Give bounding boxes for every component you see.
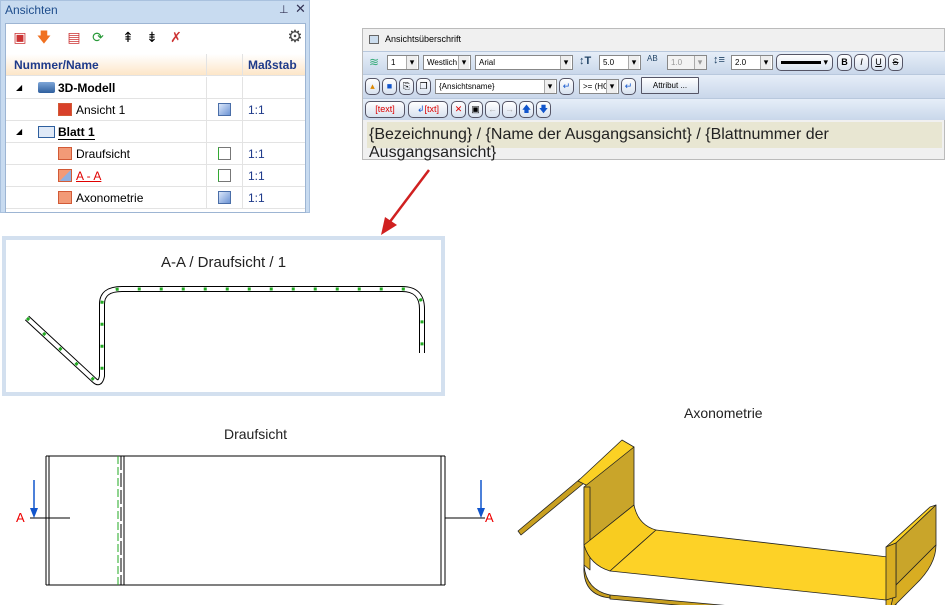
wireframe-cube-icon <box>218 147 231 160</box>
tree-row-3d-model[interactable]: ◢ 3D-Modell <box>6 77 305 99</box>
row-scale: 1:1 <box>248 169 265 183</box>
text-width-icon: AB <box>647 54 658 63</box>
model-icon <box>38 82 55 93</box>
sort-clear-icon[interactable]: ✗ <box>166 27 186 47</box>
attribute-select[interactable]: {Ansichtsname} <box>435 79 557 94</box>
view-icon <box>58 103 72 116</box>
layers-icon: ≋ <box>369 55 380 69</box>
cut-icon[interactable]: ⎘ <box>399 78 414 95</box>
arrow-down-icon[interactable]: 🡇 <box>34 27 54 47</box>
row-label: Draufsicht <box>76 147 131 161</box>
view-icon <box>58 147 72 160</box>
arrow-up-icon[interactable]: 🡅 <box>519 101 534 118</box>
tree-row-axonometrie[interactable]: Axonometrie 1:1 <box>6 187 305 209</box>
view-heading-dialog: Ansichtsüberschrift ≋ 1 Westlich Arial ↕… <box>362 28 945 161</box>
layer-select[interactable]: 1 <box>387 55 419 70</box>
row-scale: 1:1 <box>248 103 265 117</box>
txt-button-label: txt <box>427 104 437 114</box>
refresh-icon[interactable]: ⟳ <box>88 27 108 47</box>
section-profile <box>24 286 425 386</box>
wireframe-cube-icon <box>218 169 231 182</box>
axo-part <box>517 439 937 605</box>
insert-icon[interactable]: ↵ <box>559 78 574 95</box>
row-label: Ansicht 1 <box>76 103 126 117</box>
italic-button[interactable]: I <box>854 54 869 71</box>
insert-condition-icon[interactable]: ↵ <box>621 78 636 95</box>
expand-all-icon[interactable]: ⇟ <box>142 27 162 47</box>
row-label: 3D-Modell <box>58 81 116 95</box>
axo-view-title: Axonometrie <box>684 405 763 421</box>
column-scale[interactable]: Maßstab <box>248 58 297 72</box>
window-icon <box>369 35 379 44</box>
column-name[interactable]: Nummer/Name <box>14 58 99 72</box>
format-toolbar: ≋ 1 Westlich Arial ↕T 5.0 AB 1.0 ↕≡ 2.0 … <box>363 51 945 74</box>
tree-row-blatt-1[interactable]: ◢ Blatt 1 <box>6 121 305 143</box>
collapse-all-icon[interactable]: ⇞ <box>118 27 138 47</box>
view-icon <box>58 191 72 204</box>
close-icon[interactable]: ✕ <box>295 1 306 17</box>
spacing-select[interactable]: 2.0 <box>731 55 773 70</box>
script-select[interactable]: Westlich <box>423 55 471 70</box>
top-view-drawing <box>30 455 485 586</box>
copy-icon[interactable]: ❐ <box>416 78 431 95</box>
gear-icon[interactable]: ⚙ <box>285 27 305 47</box>
shaded-cube-icon <box>218 103 231 116</box>
panel-body: ▣ 🡇 ▤ ⟳ ⇞ ⇟ ✗ ⚙ Nummer/Name Maßstab ◢ 3D… <box>5 23 306 213</box>
heading-text-field[interactable]: {Bezeichnung} / {Name der Ausgangsansich… <box>367 122 942 161</box>
select-icon[interactable]: ▣ <box>468 101 483 118</box>
text-button[interactable]: [text] <box>365 101 405 118</box>
font-select[interactable]: Arial <box>475 55 573 70</box>
height-select[interactable]: 5.0 <box>599 55 641 70</box>
expand-arrow-icon[interactable]: ◢ <box>16 83 22 92</box>
pin-icon[interactable]: ⊥ <box>279 3 289 16</box>
tree-row-a-a[interactable]: A - A 1:1 <box>6 165 305 187</box>
row-scale: 1:1 <box>248 191 265 205</box>
section-mark-left: A <box>16 510 25 525</box>
sheet-icon[interactable]: ▤ <box>64 27 84 47</box>
section-view-frame: A-A / Draufsicht / 1 <box>2 236 445 396</box>
text-height-icon: ↕T <box>579 55 592 67</box>
row-label: Axonometrie <box>76 191 144 205</box>
views-panel: Ansichten ⊥ ✕ ▣ 🡇 ▤ ⟳ ⇞ ⇟ ✗ ⚙ Nummer/Nam… <box>0 0 310 213</box>
arrow-right-icon[interactable]: → <box>502 101 517 118</box>
sheet-icon <box>38 126 55 138</box>
tree-row-ansicht-1[interactable]: Ansicht 1 1:1 <box>6 99 305 121</box>
txt-button[interactable]: ↲[txt] <box>408 101 448 118</box>
top-view-title: Draufsicht <box>224 426 288 442</box>
attribut-button[interactable]: Attribut ... <box>641 77 699 94</box>
condition-select[interactable]: >= (HC <box>579 79 619 94</box>
delete-icon[interactable]: ✕ <box>451 101 466 118</box>
bold-button[interactable]: B <box>837 54 852 71</box>
row-label: A - A <box>76 169 102 183</box>
arrow-down-icon[interactable]: 🡇 <box>536 101 551 118</box>
new-view-icon[interactable]: ▣ <box>10 27 30 47</box>
text-button-label: text <box>377 104 393 114</box>
row-scale: 1:1 <box>248 147 265 161</box>
section-mark-right: A <box>485 510 494 525</box>
panel-title: Ansichten <box>5 3 58 17</box>
width-select[interactable]: 1.0 <box>667 55 707 70</box>
table-header: Nummer/Name Maßstab <box>6 54 305 76</box>
dialog-title: Ansichtsüberschrift <box>385 34 462 44</box>
underline-button[interactable]: U <box>871 54 886 71</box>
line-style-select[interactable]: ▾ <box>776 54 833 71</box>
tree-row-draufsicht[interactable]: Draufsicht 1:1 <box>6 143 305 165</box>
shaded-cube-icon <box>218 191 231 204</box>
save-icon[interactable]: ■ <box>382 78 397 95</box>
pointer-arrow-icon <box>381 169 430 235</box>
edit-toolbar: [text] ↲[txt] ✕ ▣ ← → 🡅 🡇 <box>363 98 945 120</box>
line-spacing-icon: ↕≡ <box>713 54 725 66</box>
attribute-toolbar: ▴ ■ ⎘ ❐ {Ansichtsname} ↵ >= (HC ↵ Attrib… <box>363 74 945 98</box>
strikethrough-button[interactable]: S <box>888 54 903 71</box>
arrow-left-icon[interactable]: ← <box>485 101 500 118</box>
open-icon[interactable]: ▴ <box>365 78 380 95</box>
row-label: Blatt 1 <box>58 125 95 140</box>
expand-arrow-icon[interactable]: ◢ <box>16 127 22 136</box>
section-view-icon <box>58 169 72 182</box>
